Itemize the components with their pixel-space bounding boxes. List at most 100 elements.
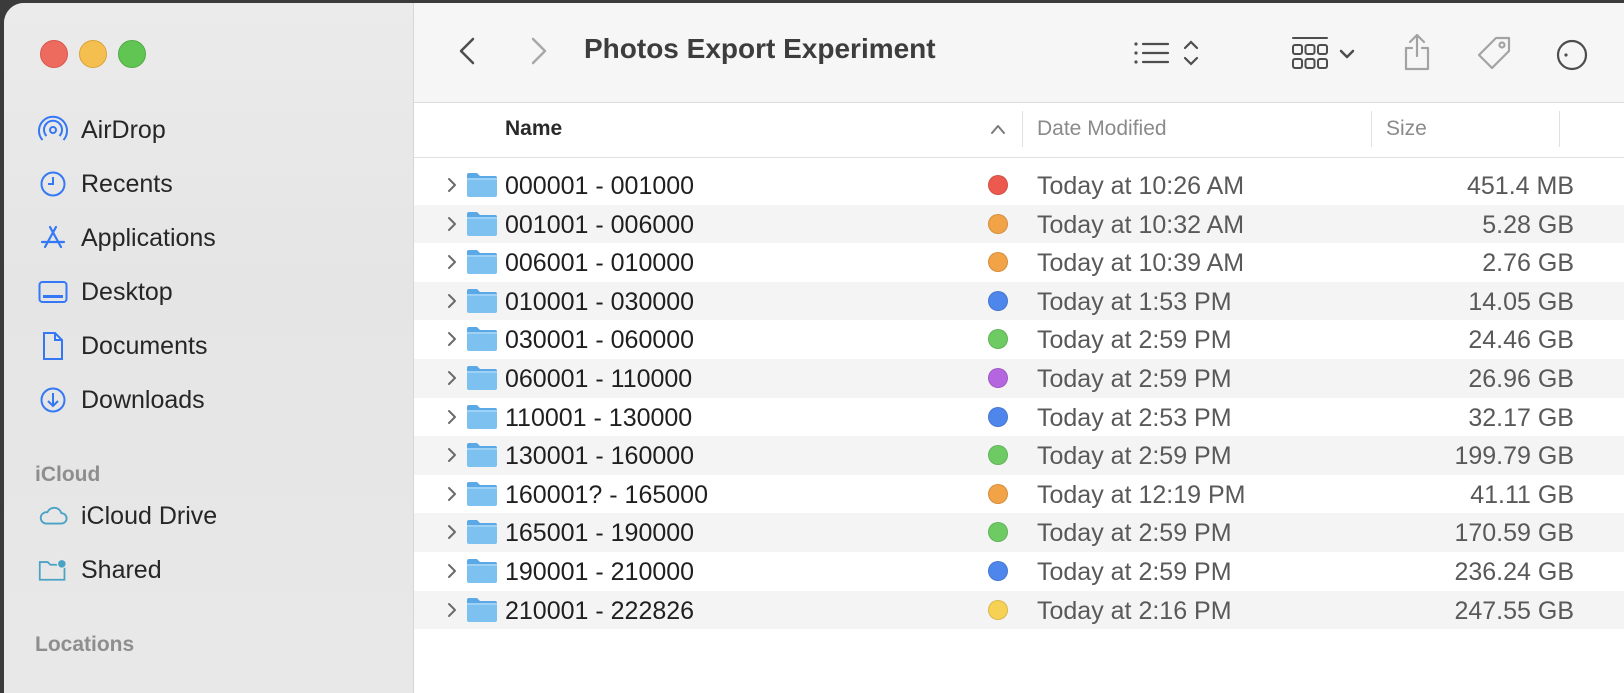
forward-button[interactable]	[524, 33, 554, 69]
folder-icon	[467, 481, 497, 506]
folder-icon	[467, 597, 497, 622]
table-row[interactable]: 000001 - 001000 Today at 10:26 AM 451.4 MB	[414, 166, 1624, 205]
sidebar-item-applications[interactable]: Applications	[4, 216, 404, 260]
sort-ascending-icon[interactable]	[990, 123, 1006, 135]
date-modified: Today at 2:59 PM	[1037, 557, 1232, 586]
date-modified: Today at 10:32 AM	[1037, 210, 1245, 239]
disclosure-chevron-icon[interactable]	[444, 293, 460, 309]
file-size: 24.46 GB	[1468, 326, 1574, 355]
chevron-right-icon	[531, 37, 547, 65]
sidebar-item-label: Documents	[81, 331, 208, 360]
table-row[interactable]: 006001 - 010000 Today at 10:39 AM 2.76 GB	[414, 243, 1624, 282]
file-size: 5.28 GB	[1482, 210, 1574, 239]
sidebar-item-documents[interactable]: Documents	[4, 324, 404, 368]
file-name: 130001 - 160000	[505, 442, 695, 471]
column-header-name[interactable]: Name	[505, 117, 562, 141]
file-size: 2.76 GB	[1482, 249, 1574, 278]
sidebar-item-recents[interactable]: Recents	[4, 162, 404, 206]
color-tag	[988, 406, 1008, 427]
table-row[interactable]: 030001 - 060000 Today at 2:59 PM 24.46 GB	[414, 320, 1624, 359]
disclosure-chevron-icon[interactable]	[444, 254, 460, 270]
folder-icon	[467, 250, 497, 275]
color-tag	[988, 560, 1008, 581]
disclosure-chevron-icon[interactable]	[444, 602, 460, 618]
airdrop-icon	[38, 115, 68, 145]
folder-icon	[467, 443, 497, 468]
column-divider[interactable]	[1371, 111, 1372, 147]
folder-icon	[467, 558, 497, 583]
disclosure-chevron-icon[interactable]	[444, 216, 460, 232]
sidebar-section-icloud: iCloud	[35, 463, 101, 486]
table-row[interactable]: 060001 - 110000 Today at 2:59 PM 26.96 GB	[414, 358, 1624, 398]
disclosure-chevron-icon[interactable]	[444, 409, 460, 425]
file-name: 030001 - 060000	[505, 326, 695, 355]
zoom-window-button[interactable]	[118, 40, 146, 68]
sidebar-item-label: Downloads	[81, 385, 205, 414]
disclosure-chevron-icon[interactable]	[444, 331, 460, 347]
chevron-left-icon	[459, 37, 475, 65]
disclosure-chevron-icon[interactable]	[444, 370, 460, 386]
column-divider[interactable]	[1559, 111, 1560, 147]
tag-icon	[1477, 36, 1511, 70]
sidebar-item-desktop[interactable]: Desktop	[4, 270, 404, 314]
share-button[interactable]	[1400, 31, 1434, 73]
close-window-button[interactable]	[40, 40, 68, 68]
color-tag	[988, 175, 1008, 195]
table-row[interactable]: 001001 - 006000 Today at 10:32 AM 5.28 GB	[414, 204, 1624, 244]
file-name: 210001 - 222826	[505, 596, 695, 625]
clock-icon	[38, 169, 68, 199]
group-by-button[interactable]	[1290, 33, 1362, 73]
column-header-date[interactable]: Date Modified	[1037, 117, 1167, 141]
disclosure-chevron-icon[interactable]	[444, 563, 460, 579]
tags-button[interactable]	[1474, 33, 1514, 73]
view-mode-button[interactable]	[1132, 35, 1212, 71]
list-view-icon	[1134, 40, 1199, 66]
folder-icon	[467, 404, 497, 429]
table-row[interactable]: 130001 - 160000 Today at 2:59 PM 199.79 GB	[414, 436, 1624, 475]
file-size: 14.05 GB	[1468, 287, 1574, 316]
sidebar-item-icloud-drive[interactable]: iCloud Drive	[4, 494, 404, 538]
cloud-icon	[38, 501, 68, 531]
file-name: 001001 - 006000	[505, 210, 695, 239]
date-modified: Today at 2:59 PM	[1037, 364, 1232, 393]
action-button[interactable]	[1554, 37, 1594, 73]
color-tag	[988, 290, 1008, 311]
table-row[interactable]: 160001? - 165000 Today at 12:19 PM 41.11 G…	[414, 475, 1624, 514]
folder-icon	[467, 327, 497, 352]
disclosure-chevron-icon[interactable]	[444, 486, 460, 502]
table-row[interactable]: 165001 - 190000 Today at 2:59 PM 170.59 GB	[414, 513, 1624, 552]
window-title: Photos Export Experiment	[584, 33, 936, 64]
column-divider[interactable]	[1022, 111, 1023, 147]
color-tag	[988, 483, 1008, 504]
column-header-size[interactable]: Size	[1386, 117, 1427, 141]
sidebar-item-label: Shared	[81, 555, 162, 584]
document-icon	[38, 331, 68, 361]
sidebar-item-downloads[interactable]: Downloads	[4, 378, 404, 422]
date-modified: Today at 2:59 PM	[1037, 326, 1232, 355]
table-row[interactable]: 190001 - 210000 Today at 2:59 PM 236.24 GB	[414, 552, 1624, 591]
folder-icon	[467, 520, 497, 545]
file-size: 236.24 GB	[1454, 557, 1574, 586]
sidebar-item-airdrop[interactable]: AirDrop	[4, 108, 404, 152]
color-tag	[988, 445, 1008, 466]
minimize-window-button[interactable]	[79, 40, 107, 68]
folder-icon	[467, 288, 497, 313]
disclosure-chevron-icon[interactable]	[444, 177, 460, 193]
disclosure-chevron-icon[interactable]	[444, 447, 460, 463]
date-modified: Today at 2:53 PM	[1037, 403, 1232, 432]
table-row[interactable]: 010001 - 030000 Today at 1:53 PM 14.05 GB	[414, 281, 1624, 321]
sidebar-item-shared[interactable]: Shared	[4, 548, 404, 592]
file-name: 060001 - 110000	[505, 364, 693, 393]
table-row[interactable]: 110001 - 130000 Today at 2:53 PM 32.17 GB	[414, 398, 1624, 437]
folder-icon	[467, 173, 497, 197]
share-icon	[1404, 33, 1430, 71]
sidebar-item-label: Applications	[81, 223, 216, 252]
date-modified: Today at 10:39 AM	[1037, 249, 1245, 278]
finder-window: AirDrop Recents Applications Desktop Doc…	[4, 3, 1624, 693]
date-modified: Today at 1:53 PM	[1037, 287, 1232, 316]
disclosure-chevron-icon[interactable]	[444, 524, 460, 540]
back-button[interactable]	[452, 33, 482, 69]
sidebar-item-label: iCloud Drive	[81, 501, 218, 530]
sidebar: AirDrop Recents Applications Desktop Doc…	[4, 3, 414, 693]
table-row[interactable]: 210001 - 222826 Today at 2:16 PM 247.55 GB	[414, 590, 1624, 630]
